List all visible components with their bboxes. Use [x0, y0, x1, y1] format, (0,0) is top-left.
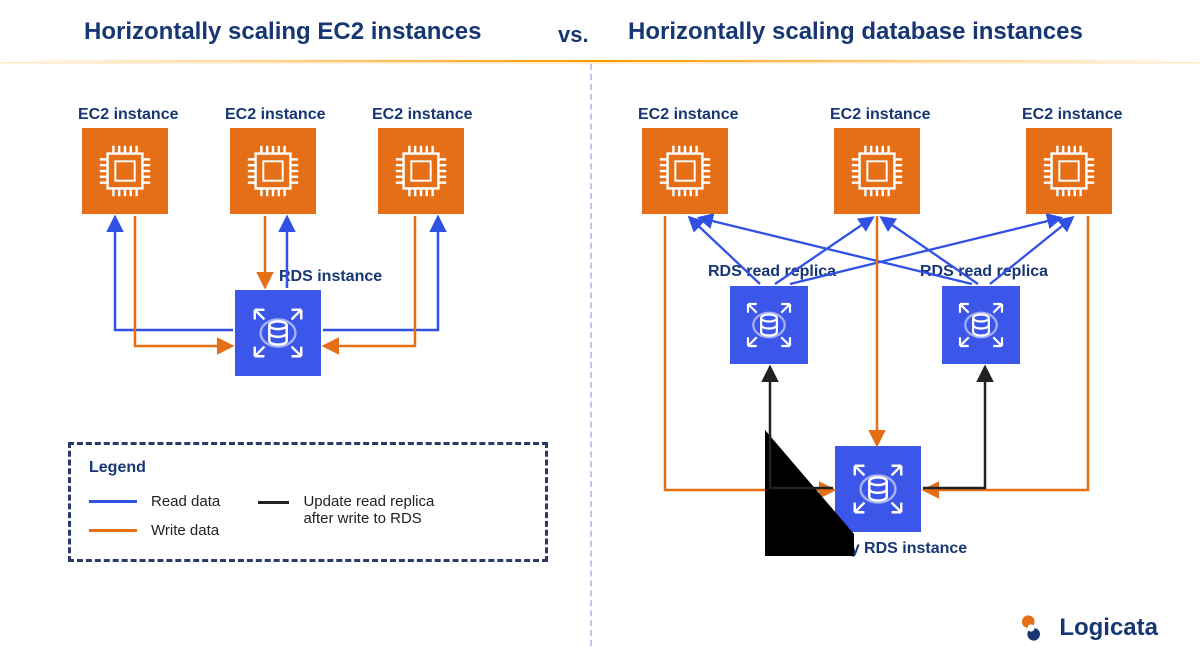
logicata-logo-icon [1013, 610, 1049, 646]
right-replica-label-1: RDS read replica [708, 263, 836, 281]
right-ec2-1 [642, 128, 728, 214]
left-rds [235, 290, 321, 376]
left-ec2-2 [230, 128, 316, 214]
title-left: Horizontally scaling EC2 instances [84, 18, 481, 46]
legend-title: Legend [89, 459, 527, 477]
legend-update: Update read replica after write to RDS [258, 493, 468, 527]
right-ec2-label-3: EC2 instance [1022, 106, 1122, 124]
right-replica-1 [730, 286, 808, 364]
right-ec2-3 [1026, 128, 1112, 214]
right-ec2-label-1: EC2 instance [638, 106, 738, 124]
right-replica-label-2: RDS read replica [920, 263, 1048, 281]
left-ec2-label-2: EC2 instance [225, 106, 325, 124]
right-ec2-2 [834, 128, 920, 214]
title-right: Horizontally scaling database instances [628, 18, 1083, 46]
header-divider [0, 60, 1200, 62]
left-ec2-3 [378, 128, 464, 214]
left-ec2-label-1: EC2 instance [78, 106, 178, 124]
left-ec2-1 [82, 128, 168, 214]
legend-read: Read data [89, 493, 220, 510]
right-primary-rds [835, 446, 921, 532]
right-primary-label: Primary RDS instance [800, 540, 967, 558]
vs-label: vs. [558, 22, 589, 48]
brand: Logicata [1013, 610, 1158, 646]
left-rds-label: RDS instance [279, 268, 382, 286]
left-ec2-label-3: EC2 instance [372, 106, 472, 124]
brand-name: Logicata [1059, 614, 1158, 642]
legend: Legend Read data Write data Update read … [68, 442, 548, 562]
right-ec2-label-2: EC2 instance [830, 106, 930, 124]
center-divider [590, 64, 592, 646]
legend-write: Write data [89, 522, 220, 539]
right-replica-2 [942, 286, 1020, 364]
